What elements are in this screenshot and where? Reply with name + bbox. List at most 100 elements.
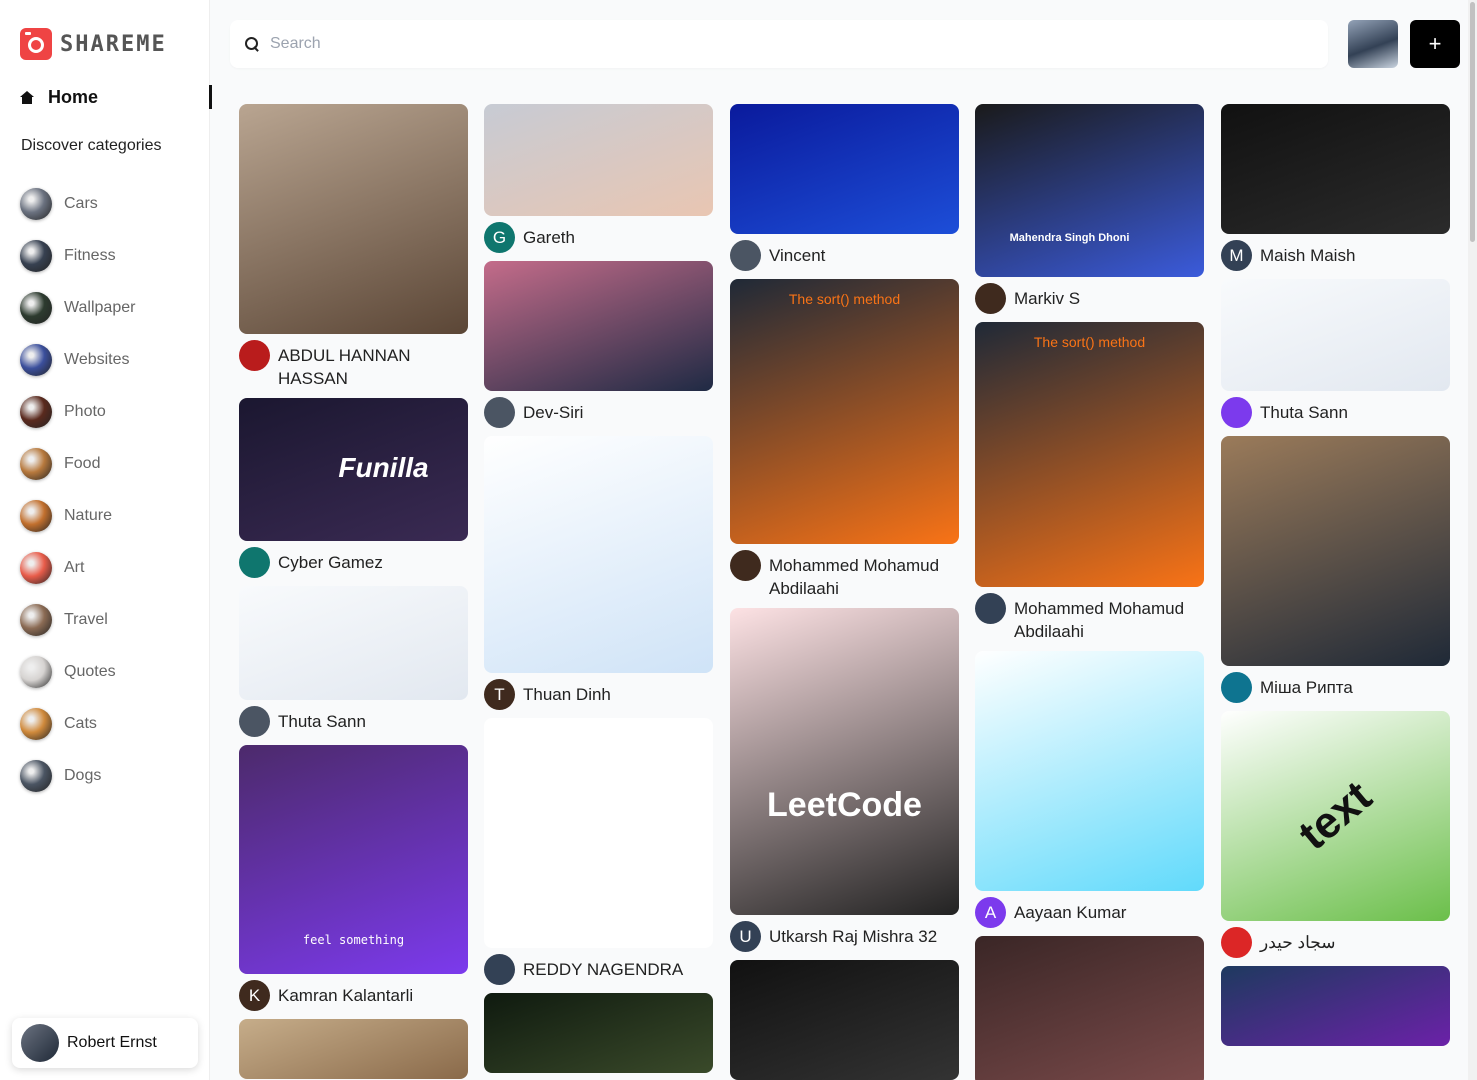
search-bar[interactable] bbox=[230, 20, 1328, 68]
author-name: Міша Рипта bbox=[1260, 678, 1353, 697]
sidebar-item-category[interactable]: Nature bbox=[20, 490, 135, 542]
pin-author[interactable]: K Kamran Kalantarli bbox=[239, 980, 468, 1011]
pin-author[interactable]: Mohammed Mohamud Abdilaahi bbox=[730, 550, 959, 600]
pin-image[interactable] bbox=[975, 936, 1204, 1080]
pin-image[interactable] bbox=[484, 993, 713, 1073]
category-thumbnail bbox=[20, 604, 52, 636]
sidebar-item-category[interactable]: Dogs bbox=[20, 750, 135, 802]
category-label: Cats bbox=[64, 715, 97, 732]
avatar bbox=[1221, 672, 1252, 703]
sidebar-item-home[interactable]: Home bbox=[20, 85, 212, 109]
pin-image[interactable] bbox=[484, 261, 713, 391]
user-profile-link[interactable]: Robert Ernst bbox=[12, 1018, 198, 1068]
author-name: Thuta Sann bbox=[278, 712, 366, 731]
pin-author[interactable]: G Gareth bbox=[484, 222, 713, 253]
pin-author[interactable]: T Thuan Dinh bbox=[484, 679, 713, 710]
avatar: K bbox=[239, 980, 270, 1011]
sidebar-item-category[interactable]: Food bbox=[20, 438, 135, 490]
pin-author[interactable]: Markiv S bbox=[975, 283, 1204, 314]
pin-author[interactable]: A Aayaan Kumar bbox=[975, 897, 1204, 928]
pin-image[interactable] bbox=[239, 104, 468, 334]
pin-image[interactable] bbox=[1221, 436, 1450, 666]
scrollbar-thumb[interactable] bbox=[1470, 2, 1475, 242]
avatar bbox=[484, 954, 515, 985]
sidebar-item-category[interactable]: Cars bbox=[20, 178, 135, 230]
pin-image-text: text bbox=[1289, 771, 1381, 860]
pin-author[interactable]: REDDY NAGENDRA bbox=[484, 954, 713, 985]
sidebar-item-category[interactable]: Photo bbox=[20, 386, 135, 438]
author-name: Cyber Gamez bbox=[278, 553, 383, 572]
search-input[interactable] bbox=[270, 35, 1170, 53]
pin-image[interactable]: The sort() method bbox=[975, 322, 1204, 587]
avatar bbox=[239, 547, 270, 578]
avatar: U bbox=[730, 921, 761, 952]
pin-image[interactable]: Mahendra Singh Dhoni bbox=[975, 104, 1204, 277]
scrollbar[interactable] bbox=[1468, 0, 1477, 1080]
pin-column: Vincent The sort() method Mohammed Mohamud… bbox=[730, 104, 959, 1080]
pin-author[interactable]: Cyber Gamez bbox=[239, 547, 468, 578]
author-name: Mohammed Mohamud Abdilaahi bbox=[769, 556, 940, 598]
pin-image[interactable] bbox=[239, 1019, 468, 1079]
pin-image[interactable] bbox=[1221, 279, 1450, 391]
sidebar-item-category[interactable]: Cats bbox=[20, 698, 135, 750]
author-name: Kamran Kalantarli bbox=[278, 986, 414, 1005]
pin-column: M Maish Maish Thuta Sann Міша Рипта text سجاد… bbox=[1221, 104, 1450, 1056]
pin-image[interactable]: LeetCode bbox=[730, 608, 959, 915]
author-name: REDDY NAGENDRA bbox=[523, 960, 684, 979]
pin-column: ABDUL HANNAN HASSAN Funilla Cyber Gamez Thu… bbox=[239, 104, 468, 1080]
pin-image[interactable] bbox=[1221, 104, 1450, 234]
sidebar-item-category[interactable]: Travel bbox=[20, 594, 135, 646]
pin-author[interactable]: سجاد حيدر bbox=[1221, 927, 1450, 958]
pin-image[interactable] bbox=[730, 104, 959, 234]
pin-image[interactable] bbox=[239, 586, 468, 700]
pin-image[interactable] bbox=[730, 960, 959, 1080]
author-name: Vincent bbox=[769, 246, 826, 265]
avatar: G bbox=[484, 222, 515, 253]
category-list: Cars Fitness Wallpaper Websites Photo Food Nat… bbox=[20, 178, 135, 802]
sidebar-item-category[interactable]: Fitness bbox=[20, 230, 135, 282]
avatar bbox=[730, 240, 761, 271]
search-icon bbox=[244, 36, 260, 52]
pin-image[interactable] bbox=[484, 436, 713, 673]
avatar bbox=[21, 1024, 59, 1062]
sidebar-item-category[interactable]: Quotes bbox=[20, 646, 135, 698]
pin-author[interactable]: ABDUL HANNAN HASSAN bbox=[239, 340, 468, 390]
category-label: Nature bbox=[64, 507, 113, 524]
sidebar-item-category[interactable]: Wallpaper bbox=[20, 282, 135, 334]
pin-author[interactable]: U Utkarsh Raj Mishra 32 bbox=[730, 921, 959, 952]
user-name: Robert Ernst bbox=[67, 1034, 157, 1051]
pin-image[interactable]: text bbox=[1221, 711, 1450, 921]
author-name: Aayaan Kumar bbox=[1014, 903, 1127, 922]
pin-image[interactable]: feel something bbox=[239, 745, 468, 974]
pin-author[interactable]: Mohammed Mohamud Abdilaahi bbox=[975, 593, 1204, 643]
author-name: سجاد حيدر bbox=[1260, 933, 1336, 952]
sidebar-item-category[interactable]: Art bbox=[20, 542, 135, 594]
pin-image[interactable] bbox=[484, 718, 713, 948]
sidebar-item-category[interactable]: Websites bbox=[20, 334, 135, 386]
pin-image-text: Mahendra Singh Dhoni bbox=[1009, 232, 1130, 245]
pin-image[interactable]: Funilla bbox=[239, 398, 468, 541]
pin-image[interactable] bbox=[484, 104, 713, 216]
pin-image[interactable] bbox=[975, 651, 1204, 891]
avatar: T bbox=[484, 679, 515, 710]
category-thumbnail bbox=[20, 552, 52, 584]
category-label: Art bbox=[64, 559, 85, 576]
author-name: Mohammed Mohamud Abdilaahi bbox=[1014, 599, 1185, 641]
pin-author[interactable]: Vincent bbox=[730, 240, 959, 271]
app-logo[interactable]: SHAREME bbox=[20, 28, 167, 60]
create-pin-button[interactable]: + bbox=[1410, 20, 1460, 68]
pin-author[interactable]: Thuta Sann bbox=[239, 706, 468, 737]
pin-image-text: feel something bbox=[302, 932, 405, 947]
pin-image[interactable]: The sort() method bbox=[730, 279, 959, 544]
user-avatar-button[interactable] bbox=[1348, 20, 1398, 68]
category-thumbnail bbox=[20, 292, 52, 324]
pin-author[interactable]: Thuta Sann bbox=[1221, 397, 1450, 428]
sidebar-item-label: Home bbox=[48, 86, 99, 107]
pin-author[interactable]: Dev-Siri bbox=[484, 397, 713, 428]
pin-author[interactable]: M Maish Maish bbox=[1221, 240, 1450, 271]
pin-author[interactable]: Міша Рипта bbox=[1221, 672, 1450, 703]
pin-column: Mahendra Singh Dhoni Markiv S The sort() m… bbox=[975, 104, 1204, 1080]
pin-image[interactable] bbox=[1221, 966, 1450, 1046]
author-name: Dev-Siri bbox=[523, 403, 584, 422]
sidebar: SHAREME Home Discover categories Cars Fit… bbox=[0, 0, 212, 1080]
